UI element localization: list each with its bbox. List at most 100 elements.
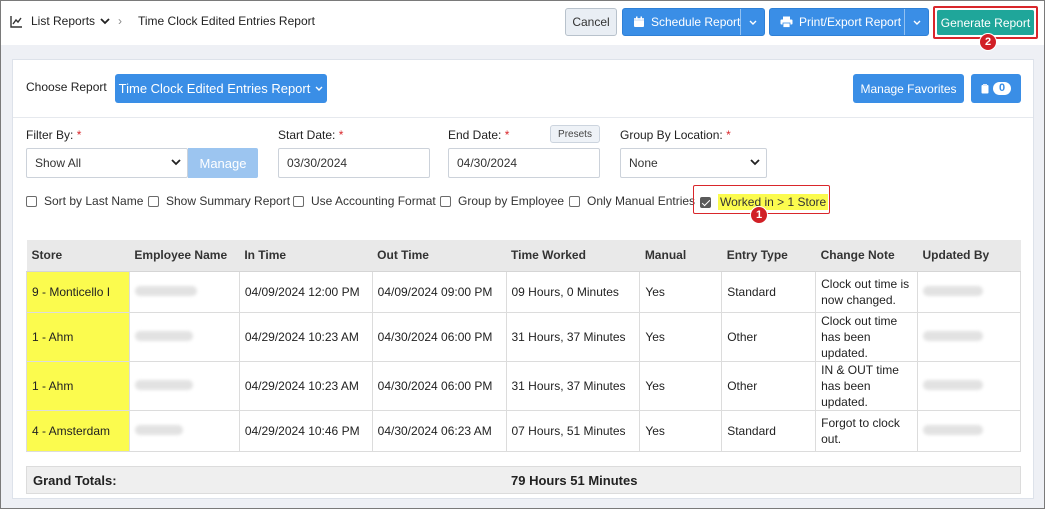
generate-report-button[interactable]: Generate Report	[937, 10, 1034, 35]
cell-updated-by-redacted	[917, 270, 1021, 313]
redacted-text	[923, 330, 984, 341]
group-by-employee-checkbox[interactable]: Group by Employee	[440, 194, 564, 208]
checkbox-label: Show Summary Report	[166, 194, 291, 208]
schedule-report-dropdown[interactable]	[740, 9, 764, 35]
schedule-report-button[interactable]: Schedule Report	[622, 8, 765, 36]
favorites-count: 0	[992, 82, 1012, 95]
cell-change-note: Clock out time is now changed.	[815, 270, 919, 313]
cell-out-time: 04/09/2024 09:00 PM	[371, 270, 507, 313]
clipboard-icon	[981, 83, 989, 93]
table-row: 1 - Ahm 04/29/2024 10:23 AM 04/30/2024 0…	[26, 311, 1021, 362]
redacted-text	[134, 330, 193, 341]
print-export-dropdown[interactable]	[904, 9, 928, 35]
col-in-time[interactable]: In Time	[239, 240, 373, 272]
step-badge-1: 1	[750, 206, 768, 224]
checkbox-box[interactable]	[293, 195, 304, 207]
cell-manual: Yes	[639, 270, 723, 313]
end-date-label: End Date: *	[448, 128, 510, 142]
chevron-down-icon	[315, 86, 323, 91]
list-reports-menu[interactable]: List Reports	[10, 14, 110, 28]
cell-employee-name-redacted	[128, 270, 240, 313]
cell-store: 4 - Amsterdam	[26, 409, 130, 452]
checkbox-box[interactable]	[440, 195, 451, 207]
choose-report-value: Time Clock Edited Entries Report	[118, 81, 311, 96]
chevron-down-icon	[100, 17, 110, 24]
cell-manual: Yes	[639, 409, 723, 452]
col-updated-by[interactable]: Updated By	[917, 240, 1021, 272]
redacted-text	[923, 285, 984, 296]
checkbox-box[interactable]	[148, 195, 159, 207]
print-export-main[interactable]: Print/Export Report	[770, 9, 901, 35]
breadcrumb-current: Time Clock Edited Entries Report	[138, 14, 315, 28]
checkbox-label: Sort by Last Name	[44, 194, 144, 208]
cell-out-time: 04/30/2024 06:00 PM	[371, 311, 507, 362]
cell-employee-name-redacted	[128, 311, 240, 362]
cell-entry-type: Other	[721, 311, 817, 362]
checkbox-label: Group by Employee	[458, 194, 565, 208]
cancel-button[interactable]: Cancel	[565, 8, 617, 36]
redacted-text	[923, 379, 984, 390]
cell-time-worked: 31 Hours, 37 Minutes	[505, 311, 641, 362]
manage-favorites-button[interactable]: Manage Favorites	[853, 74, 964, 103]
table-row: 4 - Amsterdam 04/29/2024 10:46 PM 04/30/…	[26, 409, 1021, 452]
group-by-location-value: None	[629, 156, 658, 170]
choose-report-label: Choose Report	[26, 80, 107, 94]
checkbox-box[interactable]	[26, 195, 37, 207]
cell-entry-type: Standard	[721, 409, 817, 452]
table-row: 1 - Ahm 04/29/2024 10:23 AM 04/30/2024 0…	[26, 360, 1021, 411]
col-out-time[interactable]: Out Time	[372, 240, 506, 272]
presets-button[interactable]: Presets	[550, 125, 600, 143]
start-date-input[interactable]: 03/30/2024	[278, 148, 430, 178]
breadcrumb-current-label: Time Clock Edited Entries Report	[138, 14, 315, 28]
print-export-button[interactable]: Print/Export Report	[769, 8, 929, 36]
panel-divider	[13, 117, 1033, 118]
cell-entry-type: Standard	[721, 270, 817, 313]
chevron-down-icon	[171, 159, 181, 166]
filter-by-select[interactable]: Show All	[26, 148, 188, 178]
col-manual[interactable]: Manual	[639, 240, 722, 272]
col-change-note[interactable]: Change Note	[815, 240, 918, 272]
sort-by-last-name-checkbox[interactable]: Sort by Last Name	[26, 194, 143, 208]
cell-updated-by-redacted	[917, 409, 1021, 452]
table-header-row: Store Employee Name In Time Out Time Tim…	[26, 240, 1021, 272]
col-employee-name[interactable]: Employee Name	[129, 240, 240, 272]
presets-label: Presets	[558, 128, 592, 140]
generate-report-label: Generate Report	[940, 15, 1031, 30]
cell-change-note: Clock out time has been updated.	[815, 311, 919, 362]
cell-updated-by-redacted	[917, 360, 1021, 411]
favorites-list-button[interactable]: 0	[971, 74, 1021, 103]
choose-report-dropdown[interactable]: Time Clock Edited Entries Report	[115, 74, 327, 103]
chevron-down-icon	[750, 159, 760, 166]
cell-in-time: 04/29/2024 10:23 AM	[238, 311, 373, 362]
end-date-value: 04/30/2024	[457, 156, 518, 170]
use-accounting-format-checkbox[interactable]: Use Accounting Format	[293, 194, 436, 208]
checkbox-box[interactable]	[569, 195, 580, 207]
show-summary-report-checkbox[interactable]: Show Summary Report	[148, 194, 290, 208]
filter-by-label: Filter By: *	[26, 128, 82, 142]
breadcrumb-separator-icon: ›	[118, 14, 122, 28]
top-toolbar: List Reports › Time Clock Edited Entries…	[0, 0, 1045, 45]
start-date-label: Start Date: *	[278, 128, 344, 142]
start-date-value: 03/30/2024	[287, 156, 348, 170]
calendar-icon	[634, 16, 644, 27]
checkbox-label: Use Accounting Format	[311, 194, 436, 208]
chevron-down-icon	[913, 20, 920, 25]
cell-store: 1 - Ahm	[26, 311, 130, 362]
cell-store: 1 - Ahm	[26, 360, 130, 411]
cell-time-worked: 09 Hours, 0 Minutes	[505, 270, 641, 313]
manage-filter-button[interactable]: Manage	[188, 148, 258, 178]
redacted-text	[134, 285, 197, 296]
col-time-worked[interactable]: Time Worked	[506, 240, 640, 272]
cell-change-note: Forgot to clock out.	[815, 409, 919, 452]
only-manual-entries-checkbox[interactable]: Only Manual Entries	[569, 194, 695, 208]
grand-totals-label: Grand Totals:	[33, 473, 117, 488]
end-date-input[interactable]: 04/30/2024	[448, 148, 600, 178]
col-entry-type[interactable]: Entry Type	[721, 240, 816, 272]
group-by-location-select[interactable]: None	[620, 148, 767, 178]
schedule-report-main[interactable]: Schedule Report	[623, 9, 740, 35]
col-store[interactable]: Store	[26, 240, 130, 272]
report-panel: Choose Report Time Clock Edited Entries …	[12, 59, 1034, 499]
checkbox-box-checked[interactable]	[700, 196, 711, 208]
cell-employee-name-redacted	[128, 409, 240, 452]
checkbox-label: Worked in > 1 Store	[718, 194, 829, 210]
